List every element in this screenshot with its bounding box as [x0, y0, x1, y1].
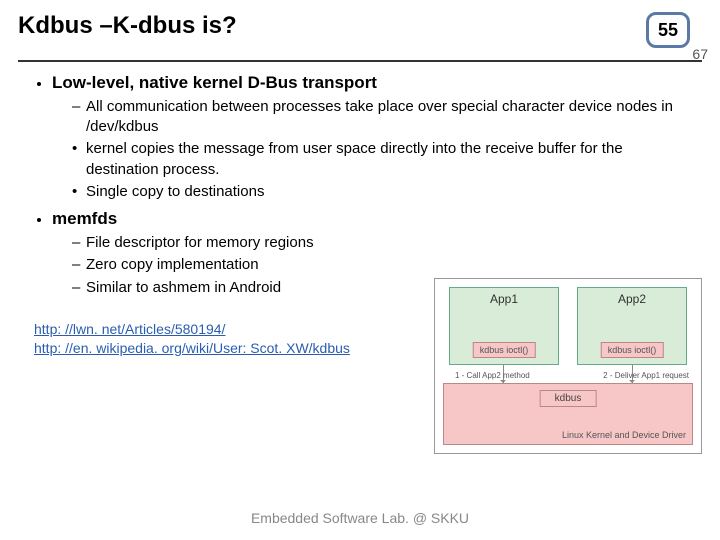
diagram-app2-label: App2	[578, 288, 686, 306]
bullet-1-sub-3: Single copy to destinations	[72, 182, 690, 202]
diagram-arrow-1-label: 1 - Call App2 method	[455, 371, 530, 380]
title-divider	[18, 60, 702, 62]
page-badge: 55 67	[646, 12, 702, 56]
diagram-kernel-label: Linux Kernel and Device Driver	[562, 430, 686, 440]
diagram-app2-ioctl: kdbus ioctl()	[601, 342, 664, 358]
slide-title: Kdbus –K-dbus is?	[18, 12, 237, 40]
page-current: 55	[646, 12, 690, 48]
bullet-1-sub-1: All communication between processes take…	[72, 97, 690, 138]
kdbus-diagram: App1 kdbus ioctl() App2 kdbus ioctl() 1 …	[434, 278, 702, 454]
slide-footer: Embedded Software Lab. @ SKKU	[0, 510, 720, 526]
bullet-1-sub-2: kernel copies the message from user spac…	[72, 139, 690, 180]
bullet-2-sub-2: Zero copy implementation	[72, 255, 690, 275]
diagram-app1-label: App1	[450, 288, 558, 306]
diagram-app1-box: App1 kdbus ioctl()	[449, 287, 559, 365]
bullet-1-head: Low-level, native kernel D-Bus transport	[52, 73, 377, 92]
diagram-arrow-2-label: 2 - Deliver App1 request	[603, 371, 689, 380]
bullet-2-sub-1: File descriptor for memory regions	[72, 233, 690, 253]
diagram-app1-ioctl: kdbus ioctl()	[473, 342, 536, 358]
diagram-kdbus-box: kdbus	[540, 390, 597, 407]
bullet-2-head: memfds	[52, 209, 117, 228]
diagram-app2-box: App2 kdbus ioctl()	[577, 287, 687, 365]
diagram-kernel-box: kdbus Linux Kernel and Device Driver	[443, 383, 693, 445]
page-total: 67	[692, 46, 708, 62]
